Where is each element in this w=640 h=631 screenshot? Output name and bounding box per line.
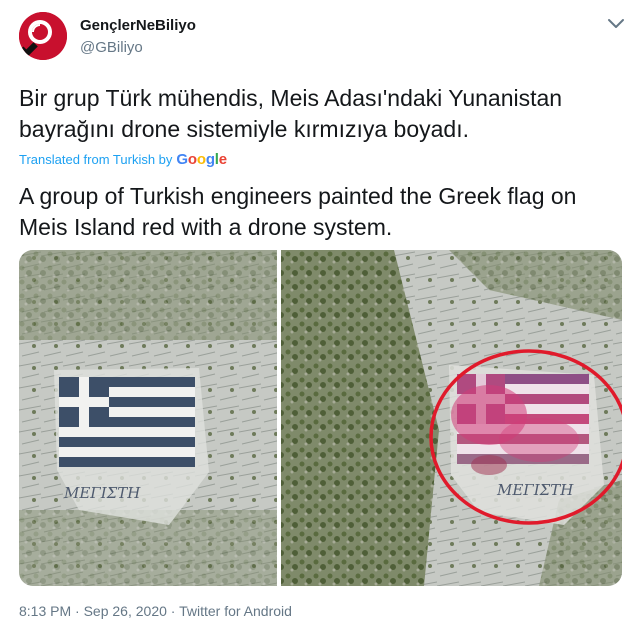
chevron-down-icon[interactable] (607, 18, 625, 30)
photo-divider (277, 250, 281, 586)
author-info: GençlerNeBiliyo @GBiliyo (80, 16, 196, 58)
display-name[interactable]: GençlerNeBiliyo (80, 16, 196, 36)
google-letter: g (205, 151, 215, 168)
google-logo: Google (176, 151, 227, 168)
greek-flag (59, 377, 195, 467)
tweet-card: GençlerNeBiliyo @GBiliyo Bir grup Türk m… (0, 0, 640, 631)
google-letter: o (196, 151, 206, 168)
google-letter: G (176, 151, 188, 168)
tweet-meta: 8:13 PM · Sep 26, 2020 · Twitter for And… (19, 603, 292, 619)
left-photo: ΜΕΓΙΣΤΗ (19, 250, 277, 586)
avatar[interactable] (19, 12, 67, 60)
google-letter: o (187, 151, 197, 168)
right-inscription: ΜΕΓΙΣΤΗ (496, 481, 574, 499)
painted-flag (451, 374, 589, 475)
tweet-source[interactable]: Twitter for Android (179, 603, 292, 619)
separator: · (75, 603, 80, 619)
google-letter: e (218, 151, 227, 168)
translation-attribution[interactable]: Translated from Turkish by Google (19, 151, 227, 168)
separator: · (170, 603, 176, 619)
magnifier-logo-icon (19, 12, 67, 60)
translated-label: Translated from Turkish by (19, 152, 173, 167)
media-images: ΜΕΓΙΣΤΗ ΜΕΓΙΣΤΗ (19, 250, 622, 586)
user-handle[interactable]: @GBiliyo (80, 38, 196, 58)
tweet-date[interactable]: Sep 26, 2020 (84, 603, 167, 619)
tweet-media[interactable]: ΜΕΓΙΣΤΗ ΜΕΓΙΣΤΗ (19, 250, 622, 586)
right-photo: ΜΕΓΙΣΤΗ (281, 250, 622, 586)
translated-text: A group of Turkish engineers painted the… (19, 183, 577, 240)
tweet-time[interactable]: 8:13 PM (19, 603, 71, 619)
tweet-text: Bir grup Türk mühendis, Meis Adası'ndaki… (19, 85, 563, 142)
left-inscription: ΜΕΓΙΣΤΗ (63, 484, 141, 502)
